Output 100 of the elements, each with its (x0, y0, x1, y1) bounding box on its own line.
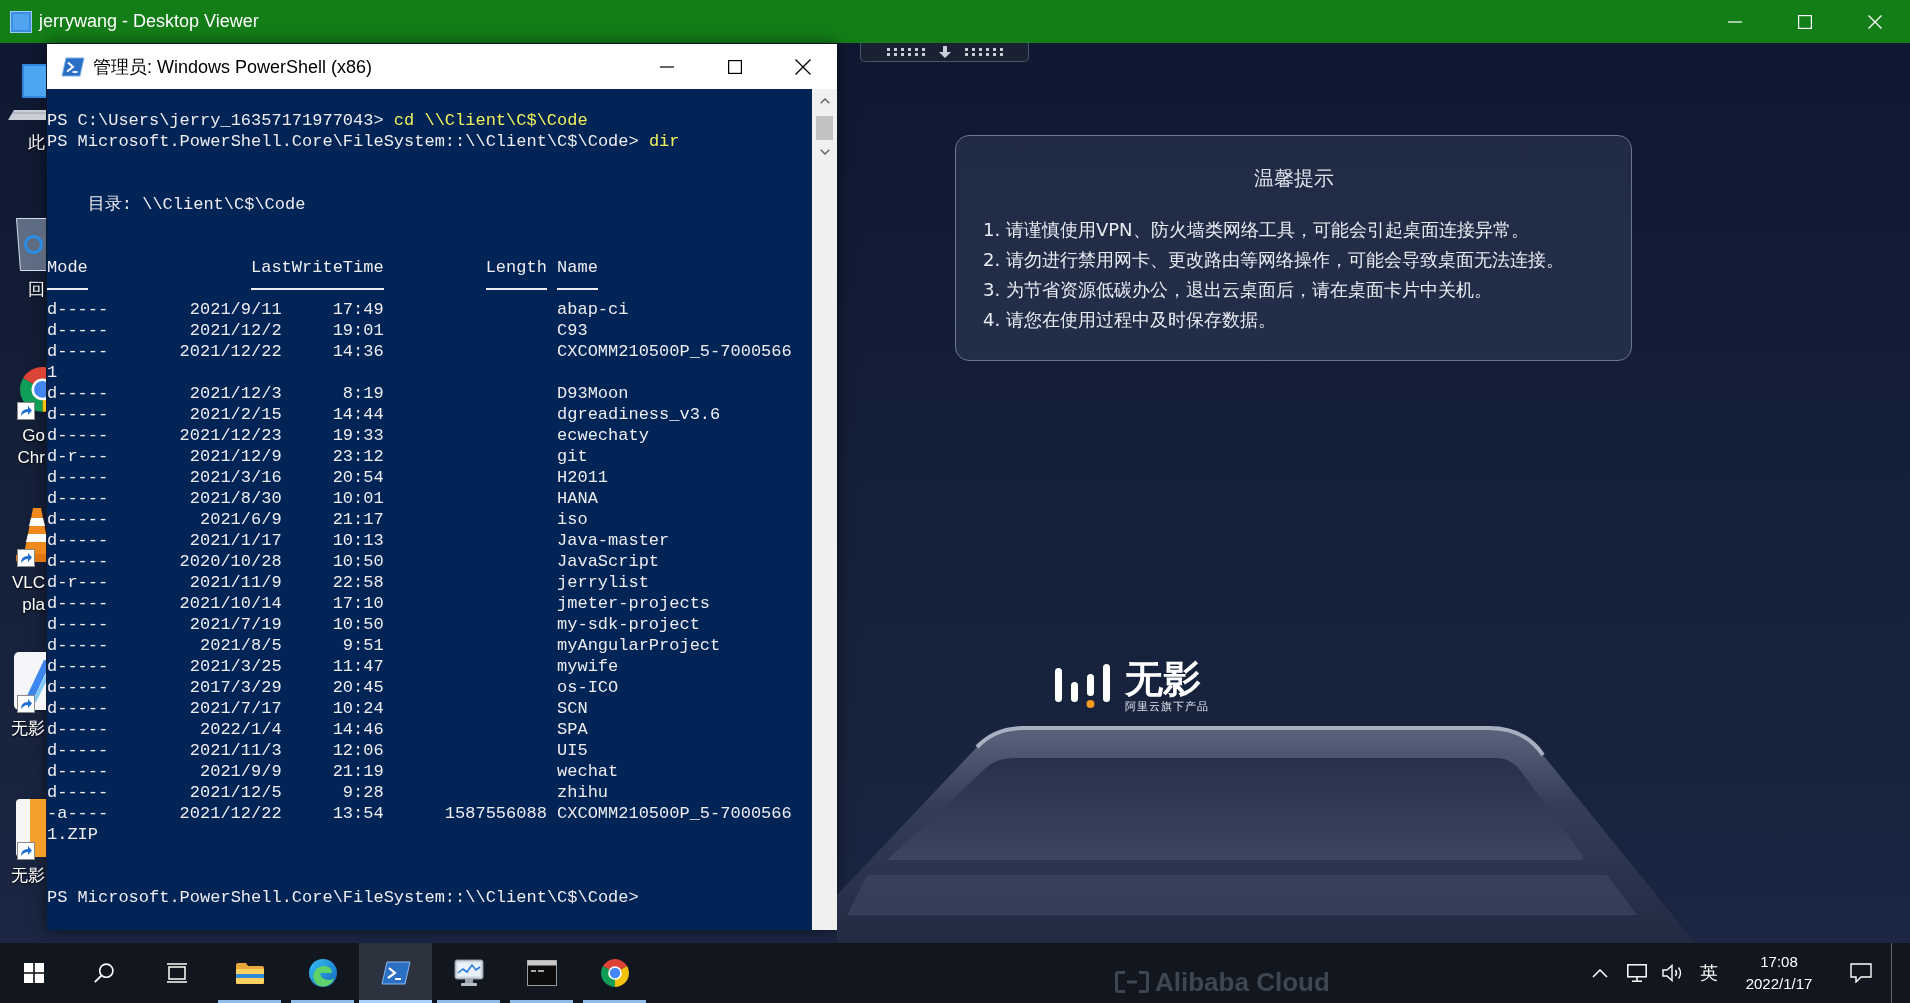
logo-text: 无影 (1125, 658, 1201, 700)
file-name: abap-ci (557, 299, 629, 320)
file-name: Java-master (557, 530, 670, 551)
folder-icon (234, 961, 265, 985)
file-mode: d----- (47, 425, 109, 446)
file-mode: d----- (47, 782, 109, 803)
bar-logo-icon (1054, 662, 1111, 709)
modified-date: 2021/2/15 (189, 404, 282, 425)
file-mode: d----- (47, 656, 109, 677)
file-mode: d----- (47, 593, 109, 614)
modified-date: 2021/9/11 (189, 299, 282, 320)
maximize-icon (728, 59, 742, 74)
modified-time: 17:10 (332, 593, 384, 614)
file-name: ecwechaty (557, 425, 649, 446)
console-window-icon (526, 960, 557, 986)
chevron-up-icon (1592, 968, 1608, 978)
modified-time: 20:54 (332, 467, 384, 488)
file-mode: d----- (47, 320, 109, 341)
file-name: UI5 (557, 740, 588, 761)
modified-time: 14:46 (332, 719, 384, 740)
task-view-icon (165, 963, 188, 983)
clock-button[interactable]: 17:08 2022/1/17 (1727, 943, 1831, 1003)
taskbar-app-button[interactable] (359, 943, 432, 1003)
speech-bubble-icon (1850, 963, 1872, 983)
modified-date: 2021/9/9 (200, 761, 282, 782)
modified-time: 10:13 (332, 530, 384, 551)
file-name: jmeter-projects (557, 593, 711, 614)
toolbar-handle[interactable] (860, 43, 1029, 62)
file-mode: -a---- (47, 803, 109, 824)
column-header: LastWriteTime (251, 257, 384, 278)
modified-time: 19:01 (332, 320, 384, 341)
modified-date: 2021/8/5 (200, 635, 282, 656)
command-text: dir (648, 131, 680, 152)
file-name: CXCOMM210500P_5-7000566 (557, 803, 792, 824)
modified-date: 2021/7/17 (189, 698, 282, 719)
modified-time: 21:17 (332, 509, 384, 530)
terminal-icon (380, 961, 411, 985)
file-name: zhihu (557, 782, 609, 803)
file-mode: d----- (47, 299, 109, 320)
file-name: C93 (557, 320, 588, 341)
file-name: git (557, 446, 588, 467)
modified-date: 2021/12/22 (179, 803, 282, 824)
minimize-icon (660, 65, 674, 68)
file-mode: d----- (47, 677, 109, 698)
file-name: SCN (557, 698, 588, 719)
file-mode: d----- (47, 740, 109, 761)
modified-date: 2021/11/9 (189, 572, 282, 593)
windows-logo-icon (23, 963, 44, 983)
bracket-logo-icon (1115, 971, 1149, 993)
modified-time: 14:44 (332, 404, 384, 425)
logo-tagline: 阿里云旗下产品 (1125, 700, 1209, 713)
caret-up-icon (819, 98, 830, 104)
minimize-icon (1728, 20, 1742, 23)
input-method-button[interactable]: 英 (1691, 943, 1727, 1003)
command-text: cd \\Client\C$\Code (393, 110, 588, 131)
file-name: HANA (557, 488, 598, 509)
column-header: Name (557, 257, 598, 278)
file-mode: d----- (47, 467, 109, 488)
file-name: jerrylist (557, 572, 649, 593)
prompt-text: PS C:\Users\jerry_16357171977043> (47, 110, 384, 131)
monitor-icon (1627, 964, 1647, 982)
notice-item: 2. 请勿进行禁用网卡、更改路由等网络操作，可能会导致桌面无法连接。 (983, 248, 1564, 272)
file-mode: d----- (47, 719, 109, 740)
file-mode: d-r--- (47, 572, 109, 593)
file-name: SPA (557, 719, 588, 740)
modified-time: 8:19 (342, 383, 384, 404)
modified-date: 2021/12/22 (179, 341, 282, 362)
modified-date: 2021/10/14 (179, 593, 282, 614)
scrollbar-track[interactable] (812, 89, 837, 930)
app-icon (10, 10, 32, 33)
file-name: dgreadiness_v3.6 (557, 404, 721, 425)
file-name: myAngularProject (557, 635, 721, 656)
browser-icon (599, 958, 630, 988)
window-title: jerrywang - Desktop Viewer (39, 11, 259, 32)
modified-date: 2021/12/5 (189, 782, 282, 803)
down-arrow-icon (938, 46, 951, 58)
file-mode: d----- (47, 551, 109, 572)
close-icon (795, 58, 811, 75)
desktop-shortcut[interactable]: 回 (0, 210, 47, 301)
file-mode: d----- (47, 635, 109, 656)
scrollbar-thumb[interactable] (816, 116, 833, 140)
file-name: CXCOMM210500P_5-7000566 (557, 341, 792, 362)
modified-date: 2021/11/3 (189, 740, 282, 761)
caret-down-icon (819, 149, 830, 155)
directory-heading: 目录: \\Client\C$\Code (87, 194, 306, 215)
modified-date: 2021/8/30 (189, 488, 282, 509)
modified-time: 10:01 (332, 488, 384, 509)
modified-time: 21:19 (332, 761, 384, 782)
terminal-icon (61, 56, 85, 77)
prompt-text: PS Microsoft.PowerShell.Core\FileSystem::\\Client\C$\Code> (47, 887, 639, 908)
file-mode: d----- (47, 509, 109, 530)
file-name: D93Moon (557, 383, 629, 404)
modified-time: 9:51 (342, 635, 384, 656)
file-mode: d----- (47, 614, 109, 635)
wrapped-file-name: 1 (47, 362, 58, 383)
modified-time: 12:06 (332, 740, 384, 761)
modified-date: 2021/6/9 (200, 509, 282, 530)
file-mode: d----- (47, 698, 109, 719)
file-name: iso (557, 509, 588, 530)
modified-time: 11:47 (332, 656, 384, 677)
